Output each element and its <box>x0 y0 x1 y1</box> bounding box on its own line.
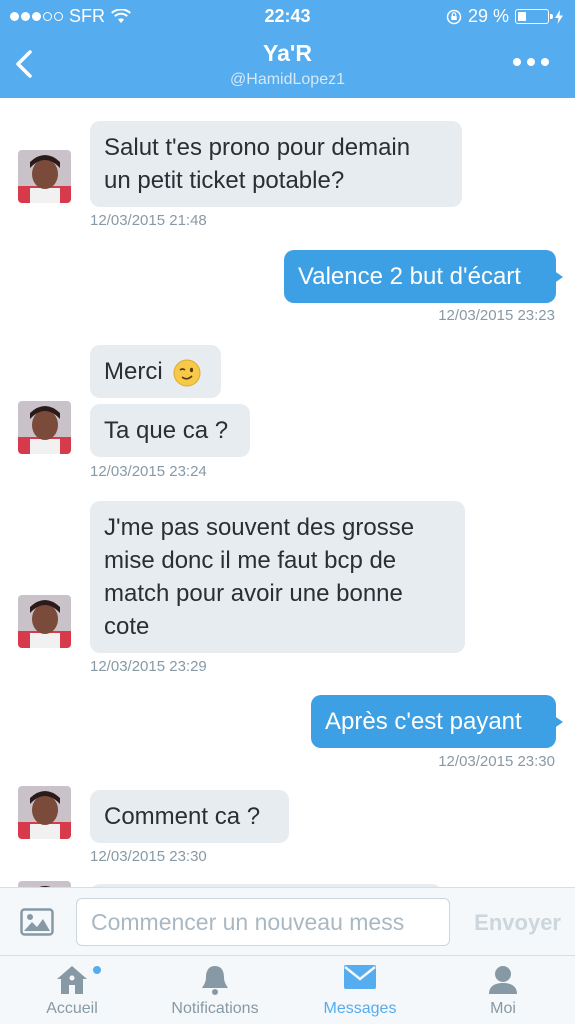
message-text: Ta que ca ? <box>104 417 229 444</box>
avatar[interactable] <box>18 786 71 839</box>
message-bubble[interactable]: Valence 2 but d'écart <box>284 250 563 303</box>
message-text: Comment ca ? <box>104 803 261 830</box>
message-text: un petit ticket potable? <box>104 167 345 194</box>
message-text: Après c'est payant <box>325 708 522 735</box>
charging-icon <box>555 9 563 24</box>
avatar[interactable] <box>18 150 71 203</box>
message-timestamp: 12/03/2015 21:48 <box>90 212 207 229</box>
tab-home[interactable]: Accueil <box>22 956 122 1024</box>
conversation-title: Ya'R @HamidLopez1 <box>0 40 575 89</box>
contact-handle: @HamidLopez1 <box>230 71 345 88</box>
message-bubble[interactable]: J'me pas souvent des grosse mise donc il… <box>90 501 465 653</box>
more-options-icon[interactable] <box>513 58 549 66</box>
message-bubble[interactable]: Après c'est payant <box>311 695 563 748</box>
envelope-icon <box>344 965 376 989</box>
tab-label: Messages <box>323 1000 397 1017</box>
message-input[interactable] <box>76 898 450 946</box>
message-bubble[interactable]: Ta que ca ? <box>90 404 250 457</box>
compose-bar: Envoyer <box>0 887 575 955</box>
notification-dot <box>93 966 101 974</box>
image-icon <box>20 908 54 936</box>
avatar[interactable] <box>18 595 71 648</box>
message-text: mise donc il me faut bcp de <box>104 547 397 574</box>
contact-name: Ya'R <box>263 40 312 66</box>
message-text: cote <box>104 613 150 640</box>
tab-label: Notifications <box>171 1000 259 1017</box>
add-photo-button[interactable] <box>20 908 54 936</box>
battery-info: 29 % <box>446 6 563 27</box>
battery-percent: 29 % <box>467 6 509 26</box>
battery-icon <box>515 9 553 24</box>
message-text: Merci <box>104 358 163 385</box>
message-text: J'me pas souvent des grosse <box>104 514 415 541</box>
status-bar: SFR 22:43 29 % <box>0 0 575 32</box>
tab-notifications[interactable]: Notifications <box>160 956 270 1024</box>
message-list[interactable]: Salut t'es prono pour demain un petit ti… <box>0 98 575 887</box>
tab-label: Accueil <box>46 1000 98 1017</box>
rotation-lock-icon <box>446 9 462 24</box>
message-timestamp: 12/03/2015 23:23 <box>438 307 555 324</box>
conversation-header: SFR 22:43 29 % Ya'R @HamidLopez1 <box>0 0 575 98</box>
send-button[interactable]: Envoyer <box>474 910 561 936</box>
wink-emoji-icon <box>173 359 201 387</box>
message-timestamp: 12/03/2015 23:30 <box>438 753 555 770</box>
person-icon <box>489 966 517 994</box>
message-timestamp: 12/03/2015 23:24 <box>90 463 207 480</box>
home-icon <box>57 966 87 994</box>
message-text: Valence 2 but d'écart <box>298 263 521 290</box>
avatar[interactable] <box>18 401 71 454</box>
message-timestamp: 12/03/2015 23:29 <box>90 658 207 675</box>
message-text: match pour avoir une bonne <box>104 580 403 607</box>
message-text: Salut t'es prono pour demain <box>104 134 411 161</box>
message-timestamp: 12/03/2015 23:30 <box>90 848 207 865</box>
tab-me[interactable]: Moi <box>458 956 548 1024</box>
message-bubble[interactable]: Comment ca ? <box>90 790 289 843</box>
message-bubble[interactable]: Merci <box>90 345 221 398</box>
message-bubble[interactable]: Salut t'es prono pour demain un petit ti… <box>90 121 462 207</box>
tab-messages[interactable]: Messages <box>310 956 410 1024</box>
tab-label: Moi <box>490 1000 516 1017</box>
tab-bar: Accueil Notifications Messages Moi <box>0 955 575 1024</box>
bell-icon <box>202 966 228 995</box>
